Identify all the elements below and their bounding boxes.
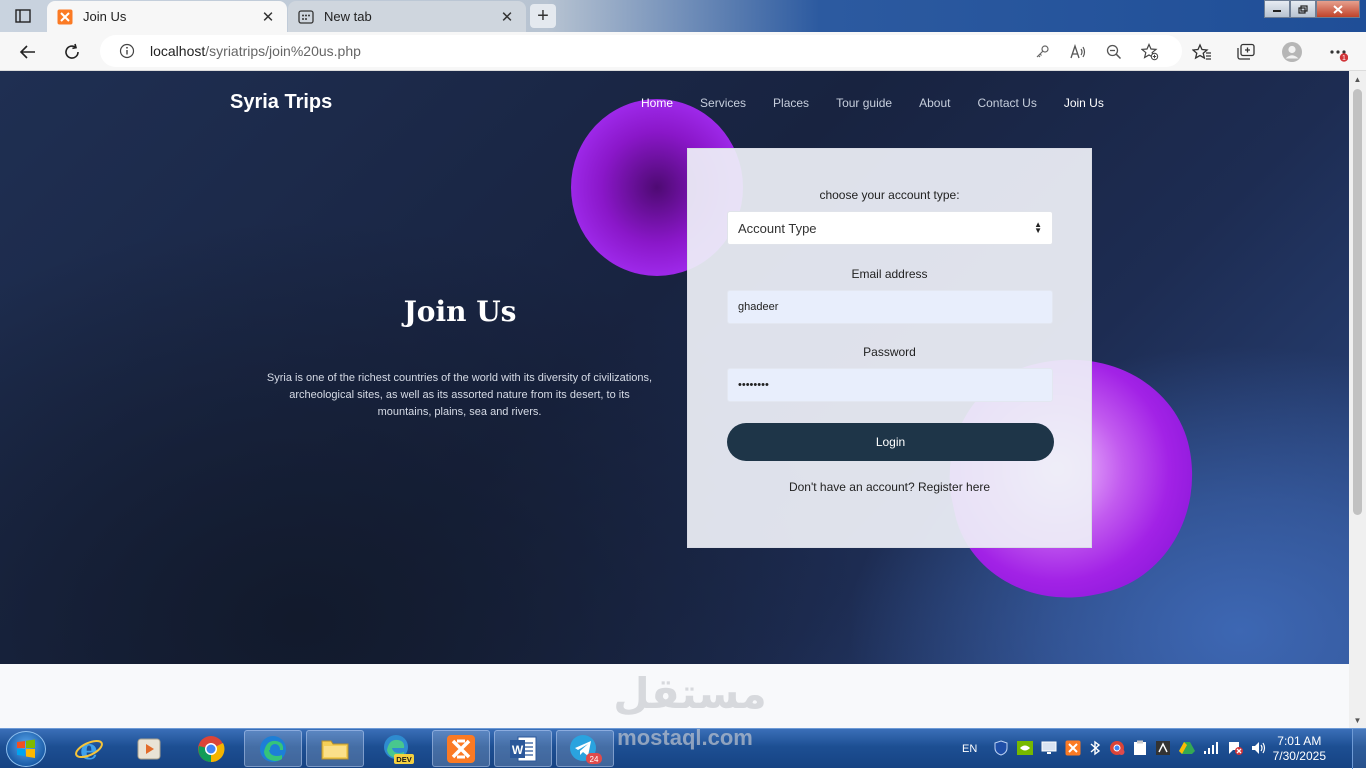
- email-label: Email address: [851, 267, 928, 281]
- new-tab-page-icon: [298, 9, 314, 25]
- taskbar-internet-explorer-icon[interactable]: e: [60, 730, 118, 767]
- nav-places[interactable]: Places: [773, 96, 809, 110]
- watermark-latin: mostaql.com: [617, 725, 753, 750]
- nvidia-icon[interactable]: [1017, 740, 1034, 758]
- taskbar-edge-dev-icon[interactable]: DEV: [368, 730, 426, 767]
- language-indicator[interactable]: EN: [962, 743, 977, 755]
- nav-services[interactable]: Services: [700, 96, 746, 110]
- select-arrows-icon: ▲ ▼: [1034, 220, 1042, 235]
- scroll-up-icon[interactable]: ▲: [1349, 71, 1366, 87]
- clipboard-icon[interactable]: [1133, 740, 1147, 759]
- login-card: choose your account type: Account Type ▲…: [687, 148, 1092, 548]
- url-path: /syriatrips/join%20us.php: [205, 43, 361, 59]
- close-window-button[interactable]: [1316, 0, 1360, 18]
- bluetooth-icon[interactable]: [1089, 740, 1101, 759]
- tab-title: Join Us: [83, 9, 127, 24]
- tab-new-tab[interactable]: New tab ✕: [288, 1, 526, 32]
- taskbar-word-icon[interactable]: W: [494, 730, 552, 767]
- read-aloud-icon[interactable]: [1068, 42, 1088, 62]
- settings-more-icon[interactable]: 1: [1326, 40, 1350, 64]
- volume-icon[interactable]: [1251, 741, 1267, 758]
- key-icon[interactable]: [1032, 42, 1052, 62]
- clock-time: 7:01 AM: [1277, 734, 1322, 748]
- browser-tabstrip: Join Us ✕ New tab ✕ +: [0, 0, 1366, 32]
- security-shield-icon[interactable]: [993, 739, 1009, 759]
- refresh-icon[interactable]: [60, 40, 84, 64]
- nav-tour-guide[interactable]: Tour guide: [836, 96, 892, 110]
- tab-join-us[interactable]: Join Us ✕: [47, 1, 287, 32]
- nav-join-us[interactable]: Join Us: [1064, 96, 1104, 110]
- signal-icon[interactable]: [1203, 741, 1219, 758]
- tab-title: New tab: [324, 9, 372, 24]
- taskbar-xampp-icon[interactable]: [432, 730, 490, 767]
- action-center-icon[interactable]: [1227, 740, 1244, 759]
- taskbar-edge-icon[interactable]: [244, 730, 302, 767]
- mostaql-watermark: مستقل: [600, 671, 780, 717]
- site-brand[interactable]: Syria Trips: [230, 91, 332, 114]
- account-type-select[interactable]: Account Type ▲ ▼: [727, 211, 1053, 245]
- collections-icon[interactable]: [1234, 40, 1258, 64]
- watermark-arabic: مستقل: [613, 669, 767, 718]
- page-viewport: Syria Trips Home Services Places Tour gu…: [0, 71, 1349, 728]
- page-scrollbar[interactable]: ▲ ▼: [1349, 71, 1366, 728]
- favorites-icon[interactable]: [1190, 40, 1214, 64]
- window-controls: [1264, 0, 1360, 18]
- chrome-tray-icon[interactable]: [1109, 740, 1125, 759]
- windows-taskbar: e DEV W 24 EN 7:01 AM 7/30/2025 mostaql.…: [0, 725, 1366, 769]
- address-bar[interactable]: localhost/syriatrips/join%20us.php: [100, 35, 1182, 67]
- dev-badge: DEV: [396, 755, 411, 764]
- new-tab-button[interactable]: +: [530, 4, 556, 28]
- browser-toolbar: localhost/syriatrips/join%20us.php 1: [0, 32, 1366, 71]
- site-info-icon[interactable]: [116, 43, 138, 59]
- tab-close-icon[interactable]: ✕: [498, 8, 516, 26]
- clock-date: 7/30/2025: [1272, 749, 1326, 763]
- notification-count: 1: [1342, 55, 1346, 62]
- windows-logo-icon: [17, 739, 35, 758]
- xampp-favicon-icon: [57, 9, 73, 25]
- hero-description: Syria is one of the richest countries of…: [266, 372, 653, 418]
- tab-actions-icon[interactable]: [10, 6, 36, 26]
- profile-avatar-icon[interactable]: [1280, 40, 1304, 64]
- register-link[interactable]: Don't have an account? Register here: [688, 480, 1091, 494]
- telegram-badge: 24: [590, 755, 599, 764]
- restore-button[interactable]: [1290, 0, 1316, 18]
- nav-about[interactable]: About: [919, 96, 950, 110]
- system-clock[interactable]: 7:01 AM 7/30/2025: [1273, 734, 1326, 764]
- show-desktop-button[interactable]: [1352, 729, 1366, 769]
- scroll-down-icon[interactable]: ▼: [1349, 712, 1366, 728]
- back-arrow-icon[interactable]: [16, 40, 40, 64]
- add-favorite-icon[interactable]: [1140, 42, 1160, 62]
- drive-icon[interactable]: [1179, 741, 1196, 758]
- main-nav: Home Services Places Tour guide About Co…: [641, 96, 1104, 110]
- taskbar-chrome-icon[interactable]: [182, 730, 240, 767]
- nav-contact-us[interactable]: Contact Us: [977, 96, 1036, 110]
- account-type-label: choose your account type:: [819, 188, 960, 202]
- password-label: Password: [863, 345, 916, 359]
- nav-home[interactable]: Home: [641, 96, 673, 110]
- url-host: localhost: [150, 43, 206, 59]
- minimize-button[interactable]: [1264, 0, 1290, 18]
- zoom-out-icon[interactable]: [1104, 42, 1124, 62]
- svg-text:e: e: [80, 734, 98, 764]
- start-button[interactable]: [6, 731, 46, 767]
- login-button[interactable]: Login: [727, 423, 1054, 461]
- hero-title: Join Us: [403, 295, 517, 328]
- scroll-thumb[interactable]: [1353, 89, 1362, 515]
- tab-close-icon[interactable]: ✕: [259, 8, 277, 26]
- hero-section: Syria Trips Home Services Places Tour gu…: [0, 71, 1349, 664]
- password-field[interactable]: ••••••••: [727, 368, 1053, 402]
- svg-text:W: W: [512, 743, 524, 757]
- taskbar-media-player-icon[interactable]: [120, 730, 178, 767]
- xampp-tray-icon[interactable]: [1065, 740, 1081, 759]
- tray-app-icon[interactable]: [1155, 740, 1171, 759]
- system-tray: EN: [962, 729, 1267, 769]
- email-field[interactable]: ghadeer: [727, 290, 1053, 324]
- display-icon[interactable]: [1041, 741, 1057, 758]
- url-text: localhost/syriatrips/join%20us.php: [150, 43, 361, 59]
- taskbar-file-explorer-icon[interactable]: [306, 730, 364, 767]
- account-type-value: Account Type: [738, 220, 817, 236]
